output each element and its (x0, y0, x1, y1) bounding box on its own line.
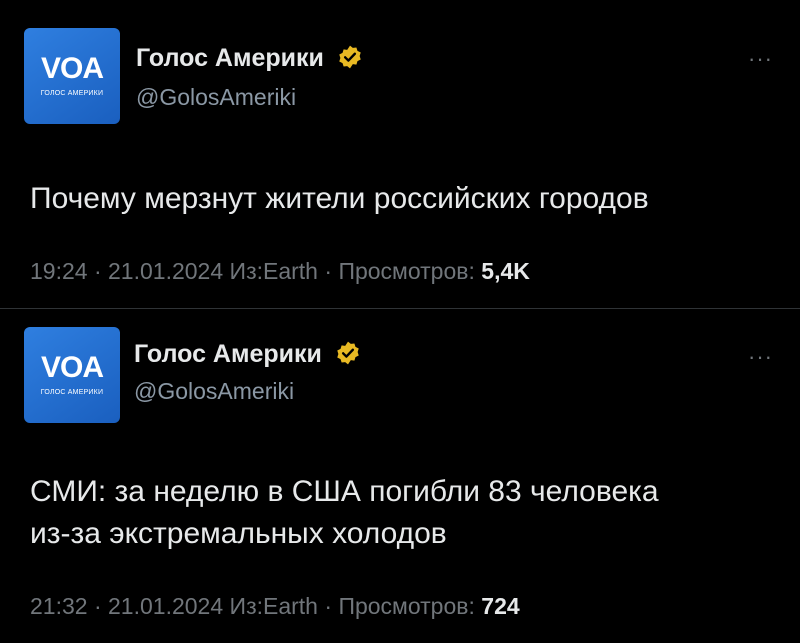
verified-badge-icon (339, 46, 361, 69)
voa-logo-subtitle: ГОЛОС АМЕРИКИ (40, 389, 104, 396)
tweet-date[interactable]: 21.01.2024 (108, 258, 223, 284)
tweet-meta: 21:32 · 21.01.2024 Из:Earth · Просмотров… (30, 593, 520, 620)
author-name-text: Голос Америки (134, 340, 322, 368)
views-label: Просмотров: (338, 258, 475, 284)
separator: · (93, 258, 102, 284)
tweet-source: Из:Earth (229, 258, 318, 284)
separator: · (324, 258, 333, 284)
tweet-date[interactable]: 21.01.2024 (108, 593, 223, 619)
tweet-meta: 19:24 · 21.01.2024 Из:Earth · Просмотров… (30, 258, 530, 285)
voa-logo: VOA (40, 351, 104, 384)
tweet-time[interactable]: 19:24 (30, 258, 88, 284)
author-handle[interactable]: @GolosAmeriki (134, 378, 294, 405)
tweet-text-line: из-за экстремальных холодов (30, 517, 447, 550)
tweet-time[interactable]: 21:32 (30, 593, 88, 619)
separator: · (324, 593, 333, 619)
author-handle[interactable]: @GolosAmeriki (136, 84, 296, 111)
tweet-source: Из:Earth (229, 593, 318, 619)
views-count[interactable]: 724 (481, 593, 519, 619)
tweet-2[interactable]: VOA ГОЛОС АМЕРИКИ Голос Америки @GolosAm… (0, 308, 800, 643)
more-options-icon[interactable]: ··· (748, 344, 773, 370)
tweet-text: Почему мерзнут жители российских городов (30, 178, 649, 220)
views-count[interactable]: 5,4K (481, 258, 530, 284)
more-options-icon[interactable]: ··· (748, 46, 773, 72)
voa-logo: VOA (40, 52, 104, 85)
separator: · (93, 593, 102, 619)
author-name[interactable]: Голос Америки (134, 340, 361, 369)
author-name[interactable]: Голос Америки (136, 44, 363, 73)
tweet-1[interactable]: VOA ГОЛОС АМЕРИКИ Голос Америки @GolosAm… (0, 0, 800, 308)
tweet-text: СМИ: за неделю в США погибли 83 человека… (30, 471, 659, 555)
tweet-text-line: Почему мерзнут жители российских городов (30, 182, 649, 215)
voa-logo-subtitle: ГОЛОС АМЕРИКИ (40, 90, 104, 97)
author-name-text: Голос Америки (136, 44, 324, 72)
views-label: Просмотров: (338, 593, 475, 619)
verified-badge-icon (337, 342, 359, 365)
avatar[interactable]: VOA ГОЛОС АМЕРИКИ (24, 327, 120, 423)
avatar[interactable]: VOA ГОЛОС АМЕРИКИ (24, 28, 120, 124)
tweet-text-line: СМИ: за неделю в США погибли 83 человека (30, 475, 659, 508)
